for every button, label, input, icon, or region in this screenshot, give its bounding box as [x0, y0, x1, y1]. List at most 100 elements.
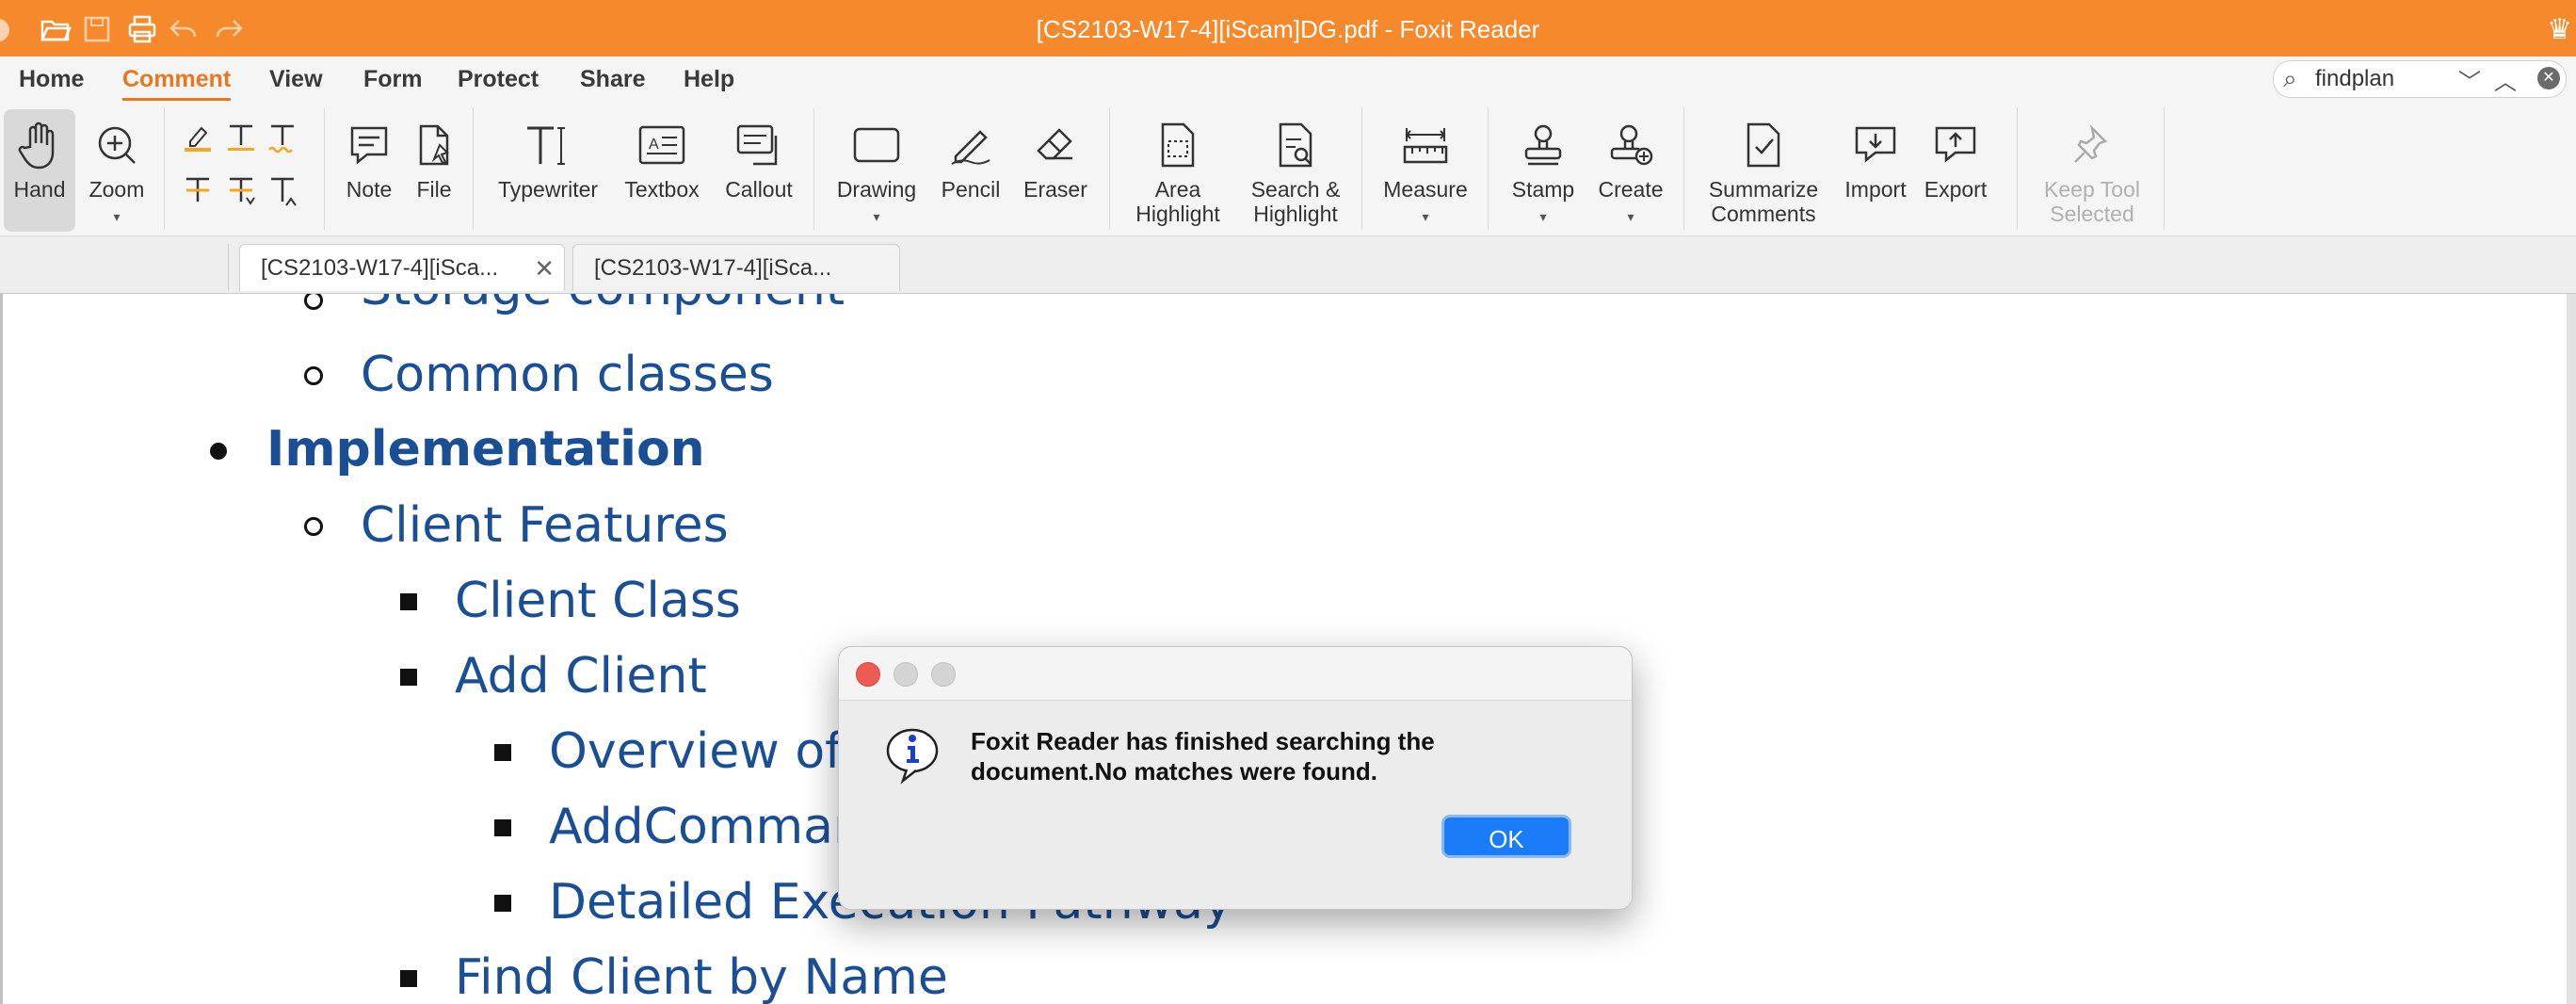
- highlight-text-icon[interactable]: [183, 121, 213, 162]
- tab-document-2[interactable]: [CS2103-W17-4][iSca...: [572, 244, 900, 291]
- callout-button[interactable]: Callout: [716, 102, 802, 235]
- window-title: [CS2103-W17-4][iScam]DG.pdf - Foxit Read…: [1036, 15, 1540, 43]
- callout-icon: [716, 119, 802, 171]
- area-highlight-icon: [1122, 119, 1233, 171]
- typewriter-button[interactable]: Typewriter: [486, 102, 610, 235]
- textbox-icon: A: [616, 119, 708, 171]
- summarize-comments-button[interactable]: Summarize Comments: [1695, 102, 1832, 235]
- search-input[interactable]: [2313, 65, 2458, 93]
- file-attach-button[interactable]: File: [403, 102, 465, 235]
- menu-bar: Home Comment View Form Protect Share Hel…: [0, 57, 2576, 144]
- tab-document-1[interactable]: [CS2103-W17-4][iSca... ✕: [239, 244, 565, 291]
- zoom-window-button[interactable]: [931, 662, 956, 687]
- menu-help[interactable]: Help: [684, 66, 734, 93]
- export-button[interactable]: Export: [1917, 102, 1994, 235]
- list-bullet: [304, 294, 323, 310]
- stamp-icon: [1501, 119, 1586, 171]
- create-dropdown-icon[interactable]: ▾: [1587, 209, 1674, 225]
- hand-icon: [4, 119, 75, 171]
- list-bullet: [304, 517, 323, 536]
- squiggly-text-icon[interactable]: [267, 121, 298, 162]
- list-bullet: [494, 744, 511, 761]
- pencil-button[interactable]: Pencil: [932, 102, 1009, 235]
- export-icon: [1917, 119, 1994, 171]
- dialog-title-bar: [839, 647, 1632, 701]
- ok-button[interactable]: OK: [1441, 815, 1571, 858]
- divider: [1683, 107, 1684, 230]
- rectangle-icon: [825, 119, 928, 171]
- divider: [473, 107, 474, 230]
- eraser-button[interactable]: Eraser: [1015, 102, 1096, 235]
- next-result-icon[interactable]: ﹀: [2458, 63, 2481, 96]
- clear-search-icon[interactable]: ✕: [2537, 67, 2560, 89]
- insert-text-icon[interactable]: [267, 173, 298, 215]
- menu-comment[interactable]: Comment: [122, 66, 232, 101]
- menu-view[interactable]: View: [269, 66, 323, 93]
- pencil-icon: [932, 119, 1009, 171]
- file-attach-icon: [403, 119, 465, 171]
- search-highlight-icon: [1239, 119, 1352, 171]
- area-highlight-button[interactable]: Area Highlight: [1122, 102, 1233, 235]
- outline-item: Common classes: [361, 347, 774, 403]
- divider: [324, 107, 325, 230]
- stamp-button[interactable]: Stamp ▾: [1501, 102, 1586, 235]
- list-bullet: [400, 593, 417, 610]
- divider: [813, 107, 814, 230]
- search-finished-dialog: Foxit Reader has finished searching the …: [838, 646, 1633, 910]
- divider: [164, 107, 165, 230]
- list-bullet: [400, 970, 417, 987]
- strikeout-text-icon[interactable]: [183, 173, 213, 215]
- summarize-comments-icon: [1695, 119, 1832, 171]
- measure-button[interactable]: Measure ▾: [1375, 102, 1476, 235]
- document-tab-bar: [CS2103-W17-4][iSca... ✕ [CS2103-W17-4][…: [0, 236, 2576, 294]
- menu-form[interactable]: Form: [363, 66, 423, 93]
- note-button[interactable]: Note: [335, 102, 403, 235]
- create-stamp-icon: [1587, 119, 1674, 171]
- list-bullet: [494, 895, 511, 912]
- measure-dropdown-icon[interactable]: ▾: [1375, 209, 1476, 225]
- note-icon: [335, 119, 403, 171]
- minimize-window-button[interactable]: [894, 662, 918, 687]
- import-button[interactable]: Import: [1838, 102, 1913, 235]
- zoom-icon: [79, 119, 154, 171]
- zoom-dropdown-icon[interactable]: ▾: [79, 209, 154, 225]
- textbox-button[interactable]: A Textbox: [616, 102, 708, 235]
- svg-text:A: A: [649, 137, 659, 153]
- replace-text-icon[interactable]: [226, 173, 256, 215]
- outline-item: Storage component: [361, 294, 845, 316]
- eraser-icon: [1015, 119, 1096, 171]
- divider: [1488, 107, 1489, 230]
- keep-tool-selected-button[interactable]: Keep Tool Selected: [2030, 102, 2154, 235]
- close-window-button[interactable]: [856, 662, 880, 687]
- crown-icon[interactable]: ♛: [2547, 13, 2572, 46]
- search-highlight-button[interactable]: Search & Highlight: [1239, 102, 1352, 235]
- prev-result-icon[interactable]: ︿: [2494, 63, 2517, 96]
- menu-share[interactable]: Share: [580, 66, 645, 93]
- menu-protect[interactable]: Protect: [458, 66, 539, 93]
- divider: [2017, 107, 2018, 230]
- title-bar: [CS2103-W17-4][iScam]DG.pdf - Foxit Read…: [0, 0, 2576, 57]
- zoom-tool-button[interactable]: Zoom ▾: [79, 102, 154, 235]
- list-bullet: [400, 669, 417, 686]
- underline-text-icon[interactable]: [226, 121, 256, 162]
- outline-item: Client Class: [455, 573, 741, 629]
- menu-home[interactable]: Home: [19, 66, 84, 93]
- vertical-scrollbar[interactable]: [2567, 294, 2576, 1004]
- outline-item: Find Client by Name: [455, 949, 948, 1004]
- stamp-dropdown-icon[interactable]: ▾: [1501, 209, 1586, 225]
- divider: [1109, 107, 1110, 230]
- typewriter-icon: [486, 119, 610, 171]
- divider: [2164, 107, 2165, 230]
- list-bullet: [210, 443, 227, 460]
- close-tab-icon[interactable]: ✕: [534, 245, 555, 291]
- hand-tool-button[interactable]: Hand: [4, 109, 75, 232]
- create-stamp-button[interactable]: Create ▾: [1587, 102, 1674, 235]
- drawing-dropdown-icon[interactable]: ▾: [825, 209, 928, 225]
- search-box[interactable]: ⌕ ﹀ ︿ ✕: [2273, 60, 2567, 98]
- list-bullet: [494, 819, 511, 836]
- dialog-message: Foxit Reader has finished searching the …: [971, 727, 1435, 785]
- info-icon: [884, 726, 939, 785]
- divider: [1361, 107, 1362, 230]
- list-bullet: [304, 366, 323, 385]
- drawing-button[interactable]: Drawing ▾: [825, 102, 928, 235]
